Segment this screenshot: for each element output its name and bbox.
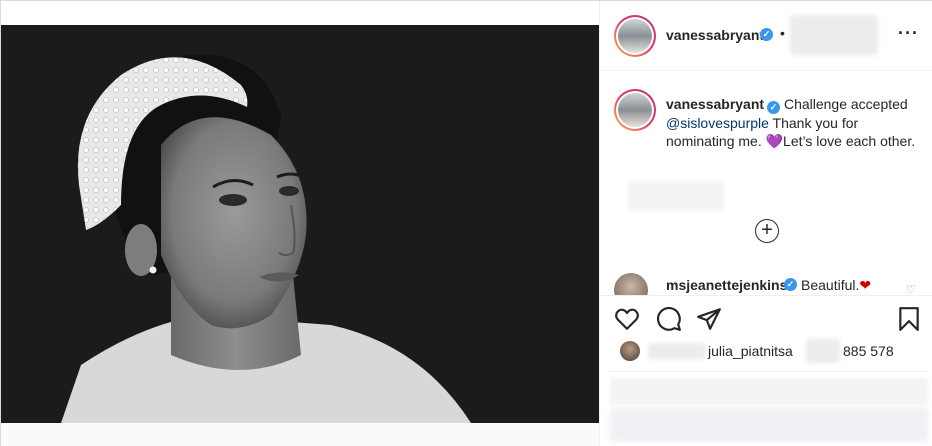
comment-icon[interactable] <box>656 306 682 332</box>
more-options-icon[interactable]: ··· <box>898 23 919 44</box>
blurred-timestamp-row <box>610 378 928 404</box>
post-photo[interactable] <box>1 25 599 423</box>
blurred-follow-button[interactable] <box>790 15 878 55</box>
avatar-image <box>618 19 652 53</box>
verified-badge-icon: ✓ <box>784 278 797 291</box>
caption-body: Challenge accepted <box>783 96 908 112</box>
author-username[interactable]: vanessabryant <box>666 27 764 43</box>
caption-username[interactable]: vanessabryant <box>666 96 764 112</box>
bookmark-icon[interactable] <box>896 306 922 332</box>
commenter-username[interactable]: msjeanettejenkins <box>666 277 787 293</box>
avatar-ring <box>616 17 654 55</box>
photo-top-margin <box>1 1 599 25</box>
comment-text: Beautiful.❤ <box>801 277 871 294</box>
plus-circle-icon[interactable]: + <box>755 219 779 243</box>
avatar-ring <box>616 91 654 129</box>
caption-mention-link[interactable]: @sislovespurple <box>666 115 769 131</box>
purple-heart-emoji: 💜 <box>765 133 784 149</box>
blurred-and-text <box>806 339 840 363</box>
comment-row: msjeanettejenkins ✓ Beautiful.❤ ♡ <box>614 271 932 295</box>
liker-username[interactable]: julia_piatnitsa <box>708 343 793 359</box>
caption-avatar[interactable] <box>614 89 656 131</box>
likes-count[interactable]: 885 578 <box>843 343 894 359</box>
post-caption: vanessabryant ✓ Challenge accepted @sislo… <box>600 71 932 295</box>
author-avatar[interactable] <box>614 15 656 57</box>
post-header: vanessabryant ✓ • ··· <box>600 1 932 71</box>
liker-avatar[interactable] <box>620 341 640 361</box>
heart-icon[interactable] <box>614 306 640 332</box>
likes-summary: julia_piatnitsa 885 578 <box>600 337 932 365</box>
blurred-add-comment-input[interactable] <box>610 408 928 442</box>
post-container: vanessabryant ✓ • ··· vanessabryant ✓ Cha… <box>0 0 932 446</box>
blurred-comment-area <box>610 371 928 446</box>
verified-badge-icon: ✓ <box>767 101 781 114</box>
comment-body: Beautiful. <box>801 277 860 293</box>
action-bar <box>600 295 932 341</box>
header-separator: • <box>780 25 785 41</box>
red-heart-emoji: ❤ <box>859 277 872 293</box>
share-icon[interactable] <box>696 306 722 332</box>
blurred-liked-by-text <box>648 343 706 359</box>
blurred-timestamp <box>628 181 724 211</box>
caption-body-end: Let’s love each other. <box>783 133 916 149</box>
commenter-avatar[interactable] <box>614 273 648 295</box>
post-side-panel: vanessabryant ✓ • ··· vanessabryant ✓ Cha… <box>599 1 932 446</box>
caption-text: vanessabryant ✓ Challenge accepted @sislo… <box>666 95 928 150</box>
portrait-image <box>1 25 599 423</box>
photo-bottom-margin <box>1 423 599 446</box>
verified-badge-icon: ✓ <box>760 28 773 41</box>
comment-like-icon[interactable]: ♡ <box>906 283 916 295</box>
avatar-image <box>618 93 652 127</box>
